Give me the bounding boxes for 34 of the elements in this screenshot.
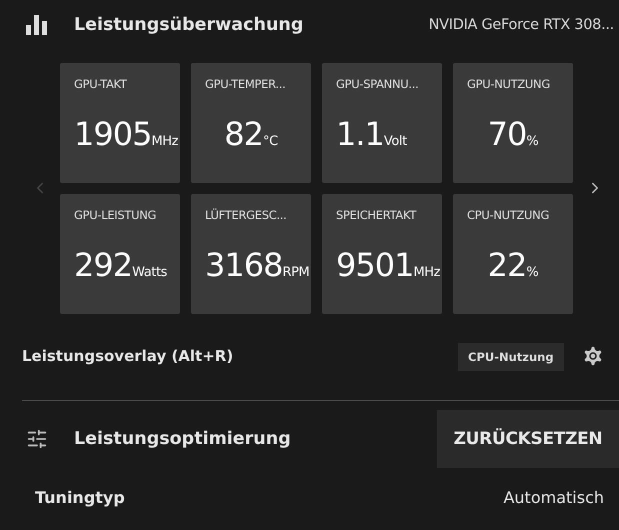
bar-chart-icon	[26, 15, 48, 36]
gpu-name: NVIDIA GeForce RTX 308...	[428, 17, 614, 34]
metric-value: 1905	[74, 114, 152, 153]
metric-unit: Watts	[132, 264, 168, 280]
metric-label: GPU-NUTZUNG	[467, 76, 551, 91]
metric-value: 3168	[205, 246, 282, 284]
metric-unit: MHz	[151, 134, 178, 149]
metric-unit: °C	[262, 134, 278, 149]
metric-unit: Volt	[384, 134, 407, 149]
metric-value: 70	[488, 114, 526, 153]
metric-value: 82	[224, 114, 263, 153]
metric-label: GPU-SPANNU...	[336, 76, 420, 91]
tooltip: CPU-Nutzung	[458, 342, 564, 371]
metric-unit: MHz	[413, 264, 440, 280]
metric-label: LÜFTERGESC...	[205, 208, 288, 222]
setting-value: Automatisch	[503, 488, 604, 506]
metric-unit: %	[526, 264, 538, 280]
setting-label: Tuningtyp	[35, 488, 125, 506]
section-title: Leistungsoptimierung	[74, 429, 292, 449]
metric-unit: RPM	[282, 264, 310, 280]
metric-value: 22	[488, 246, 526, 284]
metric-unit: %	[526, 134, 538, 149]
sliders-icon	[26, 428, 48, 450]
metric-label: SPEICHERTAKT	[336, 208, 418, 222]
section-title: Leistungsüberwachung	[74, 15, 304, 36]
overlay-label: Leistungsoverlay (Alt+R)	[22, 347, 234, 366]
metric-value: 292	[74, 246, 132, 284]
metric-label: CPU-NUTZUNG	[467, 208, 550, 222]
metric-label: GPU-TEMPER...	[205, 76, 286, 91]
metric-value: 1.1	[336, 114, 384, 153]
metric-label: GPU-TAKT	[74, 76, 128, 91]
metric-label: GPU-LEISTUNG	[74, 208, 158, 222]
metric-value: 9501	[336, 246, 414, 284]
reset-button[interactable]: ZURÜCKSETZEN	[437, 410, 619, 468]
